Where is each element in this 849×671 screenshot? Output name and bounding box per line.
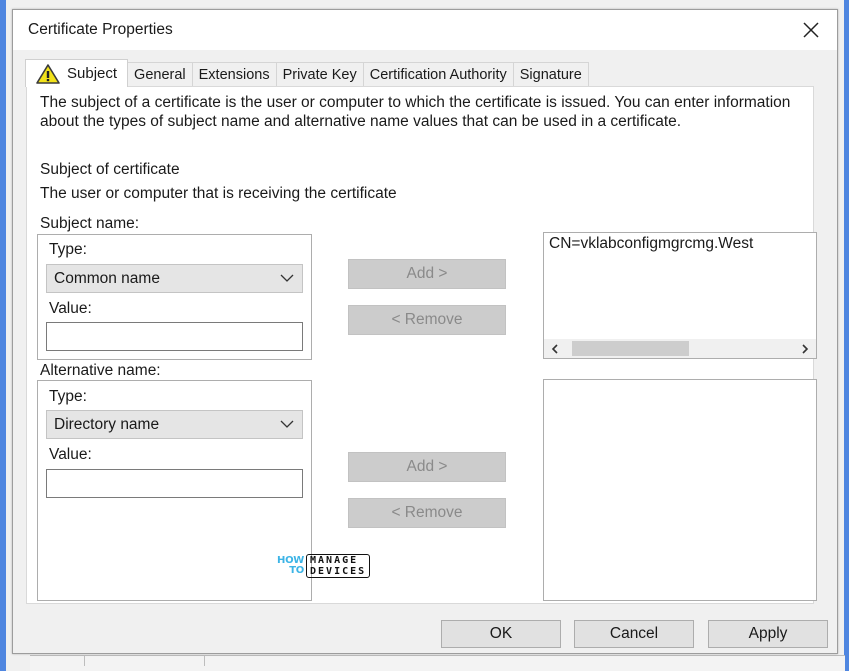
subject-name-label: Subject name: xyxy=(40,215,140,232)
tab-label: General xyxy=(134,66,186,83)
tab-certification-authority[interactable]: Certification Authority xyxy=(362,62,514,86)
tab-label: Private Key xyxy=(282,66,357,83)
tab-label: Signature xyxy=(519,66,582,83)
button-label: OK xyxy=(489,625,513,642)
tab-label: Certification Authority xyxy=(369,66,507,83)
button-label: Add > xyxy=(406,458,448,475)
apply-button[interactable]: Apply xyxy=(708,620,828,648)
button-label: Apply xyxy=(748,625,788,642)
subject-type-value: Common name xyxy=(54,269,160,287)
tab-extensions[interactable]: Extensions xyxy=(191,62,277,86)
subject-value-label: Value: xyxy=(49,300,92,317)
alternative-add-button[interactable]: Add > xyxy=(348,452,506,482)
close-icon xyxy=(803,22,819,38)
section-title: Subject of certificate xyxy=(40,161,180,178)
alternative-value-label: Value: xyxy=(49,446,92,463)
tab-label: Extensions xyxy=(198,66,270,83)
alternative-type-label: Type: xyxy=(49,388,87,405)
close-button[interactable] xyxy=(797,16,825,44)
alternative-name-list[interactable] xyxy=(543,379,817,601)
alternative-value-input[interactable] xyxy=(46,469,303,498)
button-label: Cancel xyxy=(609,625,659,642)
subject-type-select[interactable]: Common name xyxy=(46,264,303,293)
howtomanagedevices-watermark: HOW TO MANAGE DEVICES xyxy=(277,554,371,578)
button-label: Add > xyxy=(406,265,448,282)
cancel-button[interactable]: Cancel xyxy=(574,620,694,648)
chevron-left-icon xyxy=(551,343,558,354)
subject-value-input[interactable] xyxy=(46,322,303,351)
tab-general[interactable]: General xyxy=(127,62,193,86)
ok-button[interactable]: OK xyxy=(441,620,561,648)
warning-icon xyxy=(36,63,60,84)
chevron-down-icon xyxy=(280,420,294,428)
title-bar: Certificate Properties xyxy=(13,10,837,50)
subject-remove-button[interactable]: < Remove xyxy=(348,305,506,335)
scrollbar-thumb[interactable] xyxy=(572,341,689,356)
list-item[interactable]: CN=vklabconfigmgrcmg.West xyxy=(549,235,753,253)
button-label: < Remove xyxy=(391,311,463,328)
chevron-down-icon xyxy=(280,274,294,282)
background-window-bottom xyxy=(30,655,845,671)
tab-private-key[interactable]: Private Key xyxy=(275,62,364,86)
alternative-type-value: Directory name xyxy=(54,415,160,433)
watermark-left: HOW TO xyxy=(277,556,304,576)
watermark-box: MANAGE DEVICES xyxy=(306,554,371,578)
horizontal-scrollbar[interactable] xyxy=(544,339,816,358)
window-title: Certificate Properties xyxy=(28,21,173,38)
subject-name-list[interactable]: CN=vklabconfigmgrcmg.West xyxy=(543,232,817,359)
scroll-left-button[interactable] xyxy=(547,341,563,356)
tab-subject[interactable]: Subject xyxy=(25,59,129,87)
section-subtitle: The user or computer that is receiving t… xyxy=(40,185,397,202)
subject-type-label: Type: xyxy=(49,241,87,258)
chevron-right-icon xyxy=(802,343,809,354)
alternative-name-label: Alternative name: xyxy=(40,362,161,379)
tab-strip: Subject General Extensions Private Key C… xyxy=(25,59,589,87)
watermark-devices: DEVICES xyxy=(310,566,367,577)
watermark-to: TO xyxy=(289,565,305,576)
certificate-properties-dialog: Certificate Properties Subject General E… xyxy=(12,9,838,654)
subject-description: The subject of a certificate is the user… xyxy=(40,94,791,130)
subject-add-button[interactable]: Add > xyxy=(348,259,506,289)
watermark-manage: MANAGE xyxy=(310,555,359,566)
tab-signature[interactable]: Signature xyxy=(512,62,589,86)
background-divider xyxy=(30,656,85,666)
button-label: < Remove xyxy=(391,504,463,521)
background-divider xyxy=(85,656,205,666)
tab-label: Subject xyxy=(67,65,118,82)
alternative-type-select[interactable]: Directory name xyxy=(46,410,303,439)
scroll-right-button[interactable] xyxy=(797,341,813,356)
alternative-remove-button[interactable]: < Remove xyxy=(348,498,506,528)
